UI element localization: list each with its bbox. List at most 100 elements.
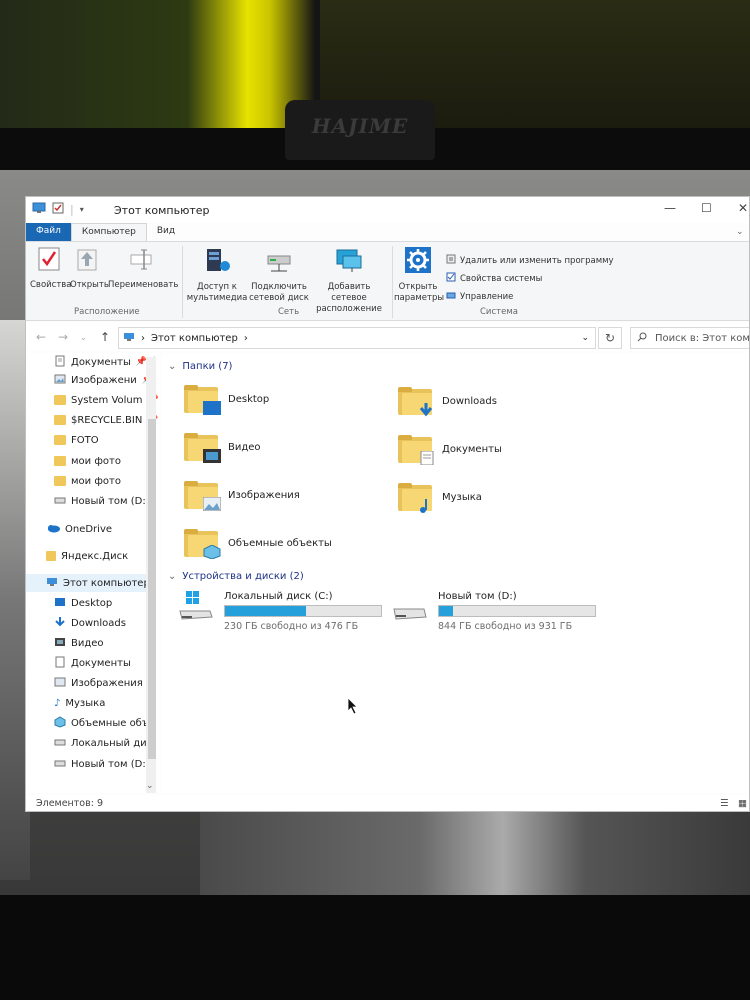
- add-network-location-button[interactable]: Добавить сетевое расположение: [310, 246, 388, 315]
- folder-icon: [54, 476, 66, 486]
- nav-item-label: System Volum: [71, 394, 143, 406]
- nav-item-desktop[interactable]: Desktop: [54, 594, 112, 612]
- nav-item-label: Изображени: [71, 374, 137, 386]
- refresh-button[interactable]: ↻: [598, 327, 622, 349]
- navigation-pane: Документы 📌 ˄ Изображени 📌 System Volum …: [26, 353, 160, 793]
- folder-video[interactable]: Видео: [184, 433, 261, 463]
- nav-item-foto[interactable]: FOTO: [54, 431, 99, 449]
- nav-item-drive-c[interactable]: Локальный дис: [54, 734, 152, 752]
- nav-item-this-pc[interactable]: Этот компьютер: [26, 574, 150, 592]
- group-location-label: Расположение: [74, 307, 140, 317]
- nav-item-images[interactable]: Изображени 📌: [54, 371, 153, 389]
- documents-folder-icon: [398, 435, 434, 465]
- folders-section-header[interactable]: ⌄ Папки (7): [168, 361, 232, 372]
- recent-locations-chevron-icon[interactable]: ⌄: [80, 333, 87, 342]
- folder-3d-objects[interactable]: Объемные объекты: [184, 529, 332, 559]
- open-settings-button[interactable]: Открыть параметры: [394, 246, 444, 304]
- item-count: Элементов: 9: [36, 798, 103, 809]
- nav-item-my-photos[interactable]: мои фото: [54, 472, 121, 490]
- nav-item-onedrive[interactable]: OneDrive: [46, 520, 112, 538]
- maximize-button[interactable]: ☐: [701, 201, 712, 215]
- devices-header-label: Устройства и диски (2): [182, 571, 304, 582]
- media-access-button[interactable]: Доступ к мультимедиа: [184, 246, 250, 304]
- drive-free-space: 844 ГБ свободно из 931 ГБ: [438, 621, 573, 632]
- nav-item-system-volume[interactable]: System Volum 📌: [54, 391, 159, 409]
- nav-item-images[interactable]: Изображения: [54, 674, 143, 692]
- scroll-down-chevron-icon[interactable]: ⌄: [146, 781, 154, 791]
- properties-qat-icon[interactable]: [52, 202, 64, 217]
- map-drive-label-1: Подключить: [251, 282, 307, 292]
- windows-drive-icon: [178, 591, 214, 621]
- nav-item-my-photos[interactable]: мои фото: [54, 452, 121, 470]
- properties-button[interactable]: Свойства: [30, 246, 72, 291]
- drive-free-space: 230 ГБ свободно из 476 ГБ: [224, 621, 359, 632]
- nav-item-label: Документы: [71, 356, 131, 368]
- rename-button[interactable]: Переименовать: [108, 246, 178, 291]
- open-button[interactable]: Открыть: [70, 246, 109, 291]
- drive-c[interactable]: Локальный диск (C:) 230 ГБ свободно из 4…: [178, 591, 382, 632]
- music-folder-icon: [398, 483, 432, 513]
- desktop-icon: [54, 597, 66, 610]
- nav-item-downloads[interactable]: Downloads: [54, 614, 126, 632]
- tab-file[interactable]: Файл: [26, 223, 71, 241]
- drive-usage-fill: [439, 606, 454, 616]
- ribbon-tabs: Файл Компьютер Вид: [26, 223, 749, 241]
- folder-label: Изображения: [228, 489, 300, 501]
- manage-button[interactable]: Управление: [446, 290, 513, 303]
- back-arrow-icon[interactable]: ←: [36, 330, 46, 344]
- nav-item-yandex-disk[interactable]: Яндекс.Диск: [46, 547, 128, 565]
- folder-downloads[interactable]: Downloads: [398, 387, 497, 417]
- nav-item-label: мои фото: [71, 455, 121, 467]
- open-settings-label-1: Открыть: [398, 282, 438, 292]
- breadcrumb-this-pc[interactable]: Этот компьютер: [151, 333, 238, 344]
- ribbon-expand-icon[interactable]: ⌄: [736, 227, 744, 237]
- folder-documents[interactable]: Документы: [398, 435, 502, 465]
- address-bar-row: ← → ⌄ ↑ › Этот компьютер › ⌄ ↻ Поиск в: …: [26, 323, 749, 351]
- system-properties-button[interactable]: Свойства системы: [446, 272, 542, 285]
- nav-item-drive-d[interactable]: Новый том (D:): [54, 492, 150, 510]
- nav-item-video[interactable]: Видео: [54, 634, 104, 652]
- forward-arrow-icon[interactable]: →: [58, 330, 68, 344]
- system-properties-icon: [446, 272, 456, 285]
- mouse-cursor-icon: [347, 697, 359, 719]
- details-view-icon[interactable]: ☰: [720, 798, 729, 809]
- tab-computer[interactable]: Компьютер: [70, 223, 147, 241]
- nav-item-drive-d[interactable]: Новый том (D:): [54, 755, 150, 773]
- nav-item-recycle-bin-folder[interactable]: $RECYCLE.BIN 📌: [54, 411, 159, 429]
- folder-label: Видео: [228, 441, 261, 453]
- nav-scrollbar-thumb[interactable]: [148, 419, 156, 759]
- images-folder-icon: [184, 481, 221, 511]
- uninstall-icon: [446, 254, 456, 267]
- this-pc-small-icon: [123, 332, 135, 345]
- folder-label: Объемные объекты: [228, 537, 332, 549]
- nav-item-documents[interactable]: Документы 📌 ˄: [54, 353, 157, 371]
- folder-desktop[interactable]: Desktop: [184, 385, 269, 415]
- folder-music[interactable]: Музыка: [398, 483, 482, 513]
- uninstall-program-button[interactable]: Удалить или изменить программу: [446, 254, 614, 267]
- drive-c-info: Локальный диск (C:) 230 ГБ свободно из 4…: [224, 591, 382, 632]
- up-arrow-icon[interactable]: ↑: [100, 330, 110, 344]
- large-icons-view-icon[interactable]: ▦: [738, 798, 747, 809]
- drive-d[interactable]: Новый том (D:) 844 ГБ свободно из 931 ГБ: [392, 591, 596, 632]
- chevron-down-icon[interactable]: ▾: [80, 205, 84, 214]
- close-button[interactable]: ✕: [738, 201, 748, 215]
- devices-section-header[interactable]: ⌄ Устройства и диски (2): [168, 571, 304, 582]
- folder-images[interactable]: Изображения: [184, 481, 300, 511]
- drive-icon: [54, 737, 66, 750]
- map-drive-button[interactable]: Подключить сетевой диск: [248, 246, 310, 304]
- minimize-button[interactable]: —: [664, 201, 676, 215]
- tab-view[interactable]: Вид: [147, 223, 185, 241]
- nav-item-documents[interactable]: Документы: [54, 654, 131, 672]
- nav-item-3d-objects[interactable]: Объемные объ: [54, 714, 149, 732]
- search-input[interactable]: Поиск в: Этот ком...: [630, 327, 750, 349]
- window-title: Этот компьютер: [114, 204, 210, 217]
- address-dropdown-chevron-icon[interactable]: ⌄: [581, 333, 589, 343]
- map-drive-label-2: сетевой диск: [249, 293, 309, 303]
- address-field[interactable]: › Этот компьютер › ⌄: [118, 327, 596, 349]
- drive-usage-fill: [225, 606, 307, 616]
- search-placeholder: Поиск в: Этот ком...: [655, 332, 750, 344]
- breadcrumb-separator-icon: ›: [141, 332, 145, 344]
- nav-item-music[interactable]: ♪ Музыка: [54, 694, 105, 712]
- breadcrumb-separator-icon[interactable]: ›: [244, 333, 248, 344]
- drive-icon: [54, 758, 66, 771]
